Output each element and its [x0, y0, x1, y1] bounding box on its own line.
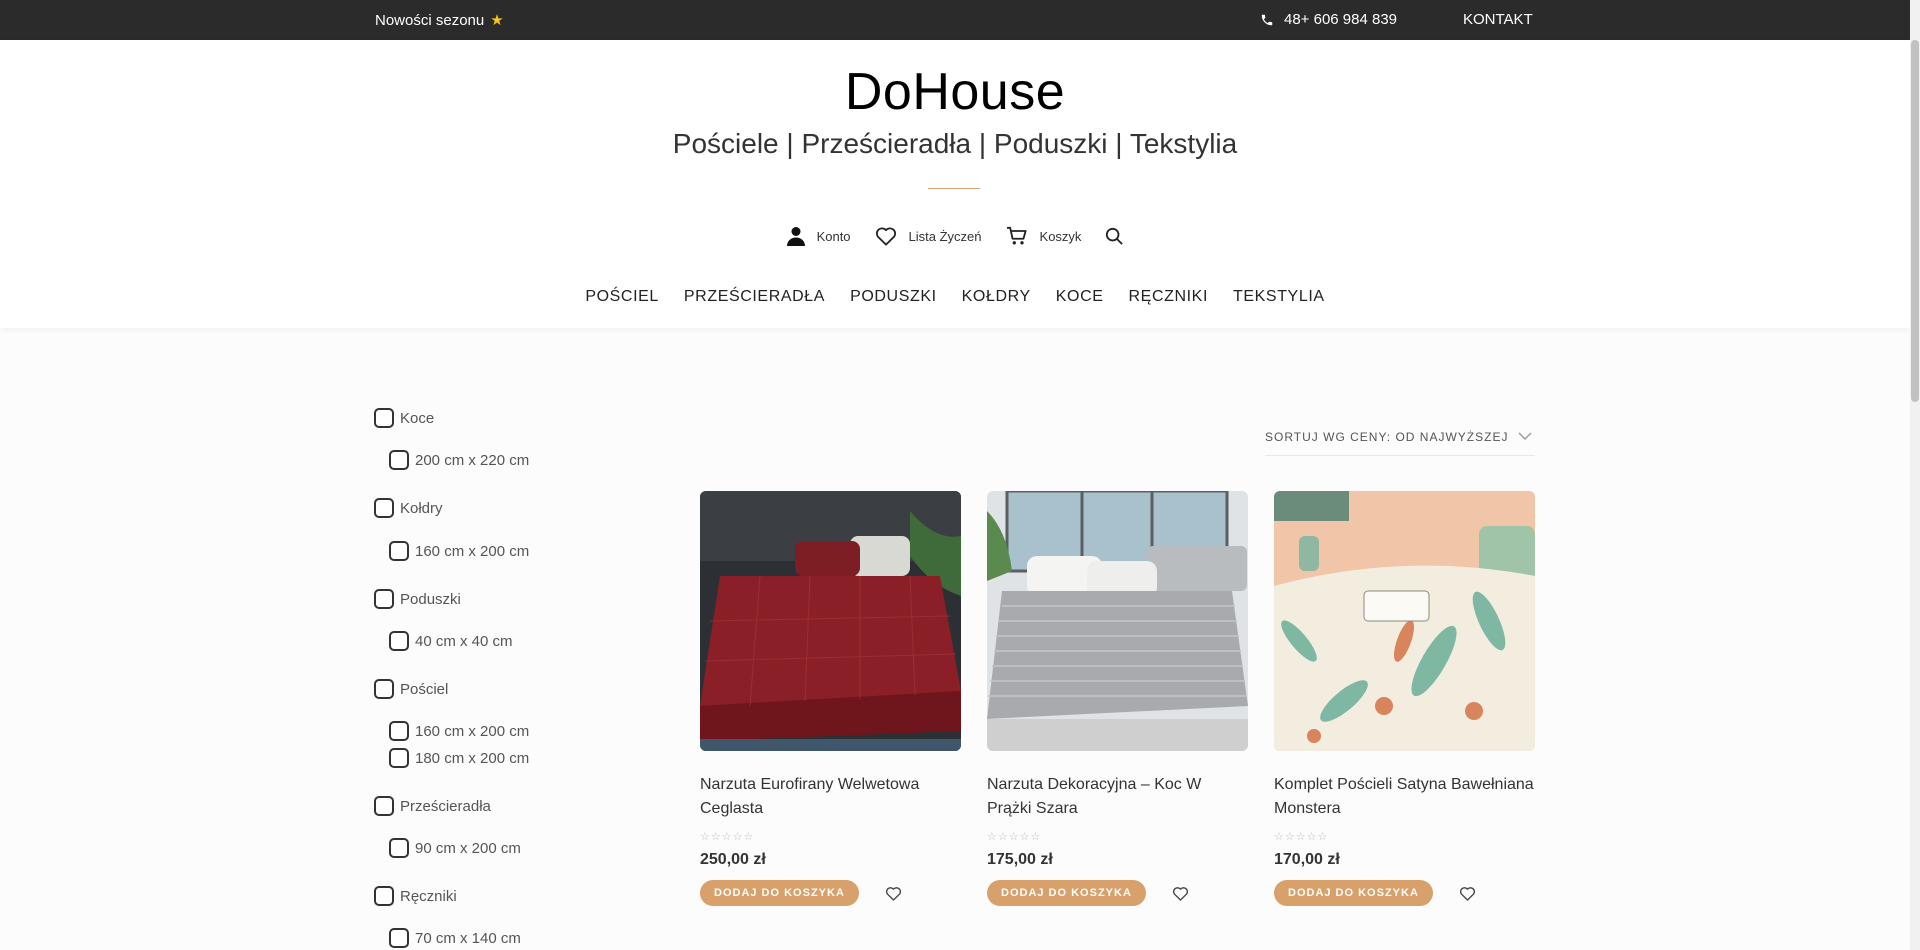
phone-number: 48+ 606 984 839 [1284, 11, 1398, 28]
cart-link[interactable]: Koszyk [1006, 226, 1082, 246]
filter-checkbox[interactable] [374, 498, 394, 518]
nav-item-koldry[interactable]: KOŁDRY [962, 288, 1031, 306]
filter-przescieradla-size[interactable]: 90 cm x 200 cm [389, 838, 521, 858]
season-promo-label: Nowości sezonu [375, 11, 485, 29]
filter-label: 40 cm x 40 cm [415, 632, 513, 650]
filter-label: Pościel [400, 680, 449, 698]
product-image[interactable] [1274, 491, 1535, 751]
filter-checkbox[interactable] [389, 748, 409, 768]
main-nav: POŚCIEL PRZEŚCIERADŁA PODUSZKI KOŁDRY KO… [0, 288, 1910, 306]
heart-icon[interactable] [885, 886, 902, 901]
filter-poduszki[interactable]: Poduszki [374, 589, 461, 609]
user-icon [786, 227, 805, 246]
filter-reczniki[interactable]: Ręczniki [374, 886, 457, 906]
search-icon [1106, 227, 1124, 245]
product-price: 170,00 zł [1274, 851, 1340, 868]
account-label: Konto [816, 228, 851, 244]
filter-koce[interactable]: Koce [374, 408, 434, 428]
filter-checkbox[interactable] [389, 928, 409, 948]
filter-checkbox[interactable] [374, 679, 394, 699]
site-tagline: Pościele | Prześcieradła | Poduszki | Te… [672, 128, 1238, 159]
filter-checkbox[interactable] [389, 721, 409, 741]
phone-link[interactable]: 48+ 606 984 839 [1260, 11, 1397, 28]
nav-item-poduszki[interactable]: PODUSZKI [850, 288, 937, 306]
filter-label: Kołdry [400, 499, 443, 517]
site-header: DoHouse Pościele | Prześcieradła | Podus… [0, 40, 1910, 328]
filter-koldry[interactable]: Kołdry [374, 498, 443, 518]
filter-label: Poduszki [400, 590, 461, 608]
product-title[interactable]: Komplet Pościeli Satyna Bawełniana Monst… [1274, 773, 1535, 821]
heart-icon[interactable] [1172, 886, 1189, 901]
product-title[interactable]: Narzuta Dekoracyjna – Koc W Prążki Szara [987, 773, 1248, 821]
chevron-down-icon [1518, 432, 1532, 440]
rating-stars: ☆☆☆☆☆ [987, 831, 1042, 843]
cart-icon [1006, 226, 1027, 245]
filter-koce-size[interactable]: 200 cm x 220 cm [389, 450, 529, 470]
product-card[interactable]: Komplet Pościeli Satyna Bawełniana Monst… [1274, 491, 1535, 906]
search-button[interactable] [1105, 227, 1124, 245]
add-to-cart-button[interactable]: DODAJ DO KOSZYKA [1274, 880, 1433, 906]
filter-label: 70 cm x 140 cm [415, 929, 521, 947]
filter-reczniki-size[interactable]: 70 cm x 140 cm [389, 928, 521, 948]
top-bar: Nowości sezonu ★ 48+ 606 984 839 KONTAKT [0, 0, 1910, 40]
product-card[interactable]: Narzuta Dekoracyjna – Koc W Prążki Szara… [987, 491, 1248, 906]
product-price: 250,00 zł [700, 851, 766, 868]
nav-item-reczniki[interactable]: RĘCZNIKI [1129, 288, 1208, 306]
heart-icon[interactable] [1459, 886, 1476, 901]
rating-stars: ☆☆☆☆☆ [1274, 831, 1329, 843]
filter-label: Ręczniki [400, 887, 457, 905]
filter-checkbox[interactable] [389, 631, 409, 651]
contact-link[interactable]: KONTAKT [1463, 11, 1533, 28]
filter-posciel-size-2[interactable]: 180 cm x 200 cm [389, 748, 529, 768]
header-divider [928, 188, 980, 189]
product-image[interactable] [700, 491, 961, 751]
season-promo[interactable]: Nowości sezonu ★ [375, 11, 504, 30]
filter-label: 90 cm x 200 cm [415, 839, 521, 857]
filter-poduszki-size[interactable]: 40 cm x 40 cm [389, 631, 513, 651]
heart-icon [875, 227, 896, 246]
product-image[interactable] [987, 491, 1248, 751]
filter-checkbox[interactable] [389, 838, 409, 858]
account-link[interactable]: Konto [786, 226, 851, 246]
rating-stars: ☆☆☆☆☆ [700, 831, 755, 843]
filter-przescieradla[interactable]: Prześcieradła [374, 796, 491, 816]
utility-links: Konto Lista Życzeń Koszyk [0, 226, 1910, 246]
filter-checkbox[interactable] [389, 450, 409, 470]
filter-label: 160 cm x 200 cm [415, 722, 530, 740]
nav-item-przescieradla[interactable]: PRZEŚCIERADŁA [684, 288, 825, 306]
phone-icon [1261, 14, 1273, 25]
filter-label: Koce [400, 409, 435, 427]
filter-label: 160 cm x 200 cm [415, 542, 530, 560]
wishlist-label: Lista Życzeń [908, 228, 982, 244]
filter-checkbox[interactable] [374, 408, 394, 428]
add-to-cart-button[interactable]: DODAJ DO KOSZYKA [700, 880, 859, 906]
filter-checkbox[interactable] [374, 796, 394, 816]
cart-label: Koszyk [1039, 228, 1082, 244]
add-to-cart-button[interactable]: DODAJ DO KOSZYKA [987, 880, 1146, 906]
product-price: 175,00 zł [987, 851, 1053, 868]
site-logo[interactable]: DoHouse [0, 62, 1910, 122]
sort-select[interactable]: SORTUJ WG CENY: OD NAJWYŻSZEJ [1265, 430, 1535, 456]
product-title[interactable]: Narzuta Eurofirany Welwetowa Ceglasta [700, 773, 961, 821]
wishlist-link[interactable]: Lista Życzeń [875, 226, 982, 246]
filter-checkbox[interactable] [374, 886, 394, 906]
sort-label: SORTUJ WG CENY: OD NAJWYŻSZEJ [1265, 430, 1509, 444]
filter-label: 180 cm x 200 cm [415, 749, 530, 767]
page-scrollbar[interactable] [1910, 0, 1920, 950]
star-icon: ★ [490, 12, 504, 29]
scrollbar-thumb[interactable] [1911, 40, 1919, 402]
nav-item-tekstylia[interactable]: TEKSTYLIA [1233, 288, 1325, 306]
filter-checkbox[interactable] [374, 589, 394, 609]
filter-koldry-size[interactable]: 160 cm x 200 cm [389, 541, 529, 561]
filter-label: 200 cm x 220 cm [415, 451, 530, 469]
nav-item-posciel[interactable]: POŚCIEL [585, 288, 659, 306]
product-card[interactable]: Narzuta Eurofirany Welwetowa Ceglasta ☆☆… [700, 491, 961, 906]
filter-posciel-size-1[interactable]: 160 cm x 200 cm [389, 721, 529, 741]
filter-posciel[interactable]: Pościel [374, 679, 448, 699]
filter-checkbox[interactable] [389, 541, 409, 561]
filter-label: Prześcieradła [400, 797, 491, 815]
nav-item-koce[interactable]: KOCE [1056, 288, 1104, 306]
